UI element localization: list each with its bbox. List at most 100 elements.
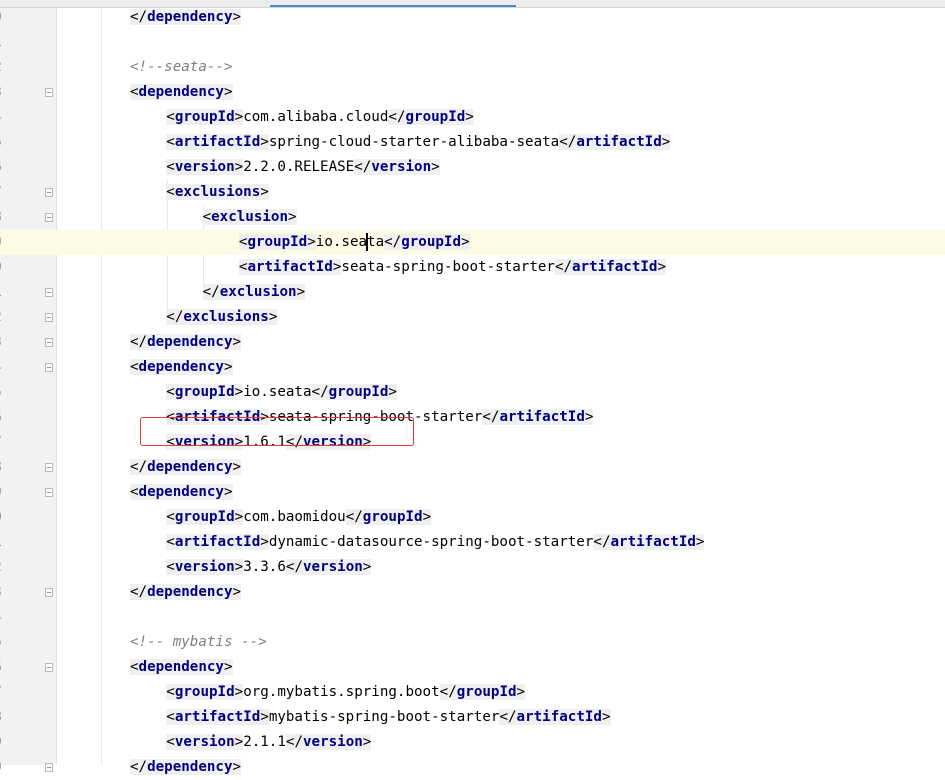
code-line[interactable]: <groupId>com.alibaba.cloud</groupId> [0,105,945,130]
fold-marker-icon[interactable] [45,88,53,97]
xml-tag-name: version [303,559,363,575]
fold-marker-icon[interactable] [45,188,53,197]
xml-bracket: </ [130,459,148,475]
xml-bracket: > [234,159,244,175]
xml-tag-name: dependency [138,484,224,500]
xml-bracket: < [166,159,175,175]
code-line[interactable]: <artifactId>spring-cloud-starter-alibaba… [0,130,945,155]
xml-bracket: </ [482,409,500,425]
xml-tag-name: artifactId [516,709,602,725]
code-line[interactable]: </dependency> [0,330,945,355]
xml-tag-name: version [303,734,363,750]
xml-text-value: com.alibaba.cloud [243,109,389,125]
fold-marker-icon[interactable] [45,313,53,322]
line-number: 9 [0,730,8,755]
xml-bracket: > [223,659,233,675]
code-line[interactable]: <exclusion> [0,205,945,230]
fold-marker-icon[interactable] [45,488,53,497]
code-line[interactable]: </dependency> [0,755,945,780]
line-number: 8 [0,705,8,730]
line-number: 5 [0,630,8,655]
xml-tag-name: version [174,734,235,750]
xml-bracket: > [234,684,244,700]
xml-bracket: > [234,734,244,750]
xml-bracket: </ [285,559,303,575]
xml-text-value: io.sea [315,234,368,250]
xml-tag-name: dependency [147,9,233,25]
fold-marker-icon[interactable] [45,588,53,597]
fold-marker-icon[interactable] [45,338,53,347]
xml-tag-name: version [371,159,432,175]
code-line[interactable]: <artifactId>dynamic-datasource-spring-bo… [0,530,945,555]
code-line[interactable]: <dependency> [0,355,945,380]
fold-marker-icon[interactable] [45,288,53,297]
code-line-text: <groupId>io.seata</groupId> [166,380,397,405]
xml-bracket: > [232,584,242,600]
code-line[interactable]: <dependency> [0,80,945,105]
fold-marker-icon[interactable] [45,663,53,672]
line-number: 5 [0,380,8,405]
code-line[interactable]: </dependency> [0,5,945,30]
xml-text-value: ta [367,234,385,250]
code-line[interactable]: <artifactId>seata-spring-boot-starter</a… [0,255,945,280]
code-line[interactable] [0,605,945,630]
code-line[interactable]: <dependency> [0,480,945,505]
code-editor[interactable]: </dependency> <!--seata--> <dependency> <gr… [0,8,945,775]
code-line[interactable]: <version>2.2.0.RELEASE</version> [0,155,945,180]
code-line-text: <groupId>com.alibaba.cloud</groupId> [166,105,474,130]
xml-bracket: > [223,359,233,375]
code-line-text: <exclusion> [202,205,297,230]
code-line[interactable]: </exclusions> [0,305,945,330]
xml-bracket: </ [439,684,457,700]
code-line[interactable]: <version>2.1.1</version> [0,730,945,755]
line-number: 6 [0,655,8,680]
code-line[interactable] [0,30,945,55]
code-line[interactable]: <groupId>org.mybatis.spring.boot</groupI… [0,680,945,705]
xml-comment: <!--seata--> [130,59,233,75]
xml-bracket: > [232,9,242,25]
xml-bracket: < [166,509,175,525]
code-line[interactable]: <groupId>com.baomidou</groupId> [0,505,945,530]
xml-bracket: > [223,484,233,500]
line-number: 3 [0,580,8,605]
code-line[interactable]: </dependency> [0,580,945,605]
code-line-text: </dependency> [130,755,242,780]
xml-tag-name: artifactId [174,709,261,725]
xml-tag-name: dependency [147,584,233,600]
fold-marker-icon[interactable] [45,213,53,222]
code-line[interactable]: <!--seata--> [0,55,945,80]
xml-bracket: < [130,484,139,500]
xml-tag-name: groupId [174,384,235,400]
current-code-line[interactable]: <groupId>io.seata</groupId> [0,230,945,255]
xml-text-value: 2.1.1 [243,734,286,750]
code-line[interactable]: </exclusion> [0,280,945,305]
xml-tag-name: groupId [328,384,389,400]
fold-marker-icon[interactable] [45,763,53,772]
xml-bracket: < [166,384,175,400]
xml-bracket: > [362,734,372,750]
code-line[interactable]: <!-- mybatis --> [0,630,945,655]
code-line[interactable]: <dependency> [0,655,945,680]
xml-bracket: < [166,684,175,700]
code-line[interactable]: <exclusions> [0,180,945,205]
xml-tag-name: groupId [456,684,517,700]
fold-marker-icon[interactable] [45,463,53,472]
fold-marker-icon[interactable] [45,363,53,372]
code-line[interactable]: <groupId>io.seata</groupId> [0,380,945,405]
code-line[interactable]: <version>3.3.6</version> [0,555,945,580]
code-line[interactable]: </dependency> [0,455,945,480]
code-line-text: <groupId>org.mybatis.spring.boot</groupI… [166,680,526,705]
code-line-text: </dependency> [130,330,242,355]
xml-tag-name: dependency [147,334,233,350]
xml-tag-name: exclusion [219,284,297,300]
xml-bracket: > [657,259,667,275]
code-line-text: <version>3.3.6</version> [166,555,372,580]
xml-bracket: </ [130,759,148,775]
code-line-text: <artifactId>mybatis-spring-boot-starter<… [166,705,611,730]
line-number: 4 [0,355,8,380]
xml-bracket: </ [311,384,329,400]
code-line[interactable]: <artifactId>mybatis-spring-boot-starter<… [0,705,945,730]
xml-text-value: spring-cloud-starter-alibaba-seata [268,134,560,150]
xml-bracket: > [695,534,705,550]
xml-bracket: </ [499,709,517,725]
